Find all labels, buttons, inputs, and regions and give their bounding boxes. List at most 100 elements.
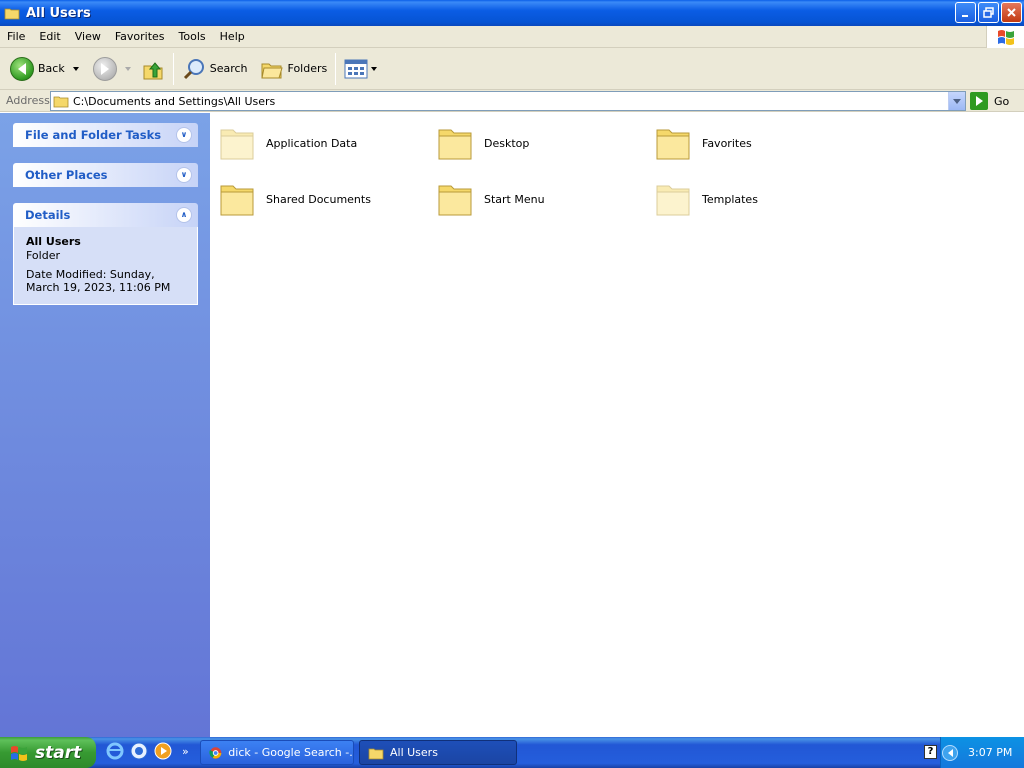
folder-label: Application Data	[266, 136, 358, 150]
collapse-icon[interactable]: ∧	[176, 207, 192, 223]
menu-edit[interactable]: Edit	[32, 27, 67, 47]
close-button[interactable]	[1001, 2, 1022, 23]
panel-other-places-header[interactable]: Other Places ∨	[13, 163, 198, 187]
taskbar-button-label: dick - Google Search -...	[228, 746, 353, 759]
details-date-modified: Date Modified: Sunday, March 19, 2023, 1…	[26, 268, 171, 294]
views-button[interactable]	[340, 52, 381, 86]
menu-favorites[interactable]: Favorites	[108, 27, 172, 47]
folder-item-templates[interactable]: Templates	[654, 177, 758, 221]
up-folder-icon	[143, 61, 163, 79]
views-dropdown-icon[interactable]	[371, 66, 378, 71]
chevron-down-icon	[953, 98, 961, 104]
folder-icon	[438, 129, 472, 160]
go-arrow-icon	[970, 92, 988, 110]
folder-icon	[220, 129, 254, 160]
windows-logo-icon	[986, 26, 1024, 48]
internet-explorer-icon[interactable]	[106, 742, 124, 760]
folder-label: Favorites	[702, 136, 752, 150]
start-button[interactable]: start	[0, 737, 96, 768]
forward-dropdown-icon[interactable]	[124, 66, 131, 71]
folder-content: Application Data Desktop Favorites Share…	[210, 113, 1024, 737]
folder-item-desktop[interactable]: Desktop	[436, 121, 529, 165]
quick-launch: »	[106, 742, 189, 760]
menu-view[interactable]: View	[68, 27, 108, 47]
restore-icon	[983, 7, 994, 18]
folder-label: Start Menu	[484, 192, 545, 206]
chrome-icon	[209, 746, 222, 759]
search-label: Search	[209, 62, 248, 75]
folder-item-application-data[interactable]: Application Data	[218, 121, 357, 165]
panel-title: Details	[25, 208, 71, 222]
folder-icon	[368, 748, 384, 759]
search-button[interactable]: Search	[178, 52, 252, 86]
address-text: C:\Documents and Settings\All Users	[73, 94, 276, 108]
folders-label: Folders	[287, 62, 328, 75]
media-player-icon[interactable]	[154, 742, 172, 760]
expand-icon[interactable]: ∨	[176, 167, 192, 183]
details-type: Folder	[26, 249, 60, 262]
details-name: All Users	[26, 235, 81, 248]
taskbar-button-label: All Users	[390, 746, 438, 759]
tray-expand-icon[interactable]	[942, 745, 958, 761]
address-input[interactable]: C:\Documents and Settings\All Users	[50, 91, 966, 111]
folder-icon	[656, 185, 690, 216]
address-dropdown-button[interactable]	[948, 92, 965, 110]
search-icon	[183, 58, 204, 79]
back-arrow-icon	[10, 56, 34, 81]
quick-launch-more-icon[interactable]: »	[182, 745, 189, 758]
up-folder-button[interactable]	[137, 52, 169, 86]
back-button[interactable]: Back	[6, 52, 83, 86]
forward-arrow-icon	[92, 56, 117, 81]
folder-label: Shared Documents	[266, 192, 371, 206]
details-body: All Users Folder Date Modified: Sunday, …	[13, 227, 198, 305]
folder-icon	[53, 96, 69, 108]
start-label: start	[35, 742, 82, 763]
folder-label: Desktop	[484, 136, 530, 150]
panel-file-folder-tasks-header[interactable]: File and Folder Tasks ∨	[13, 123, 198, 147]
folders-button[interactable]: Folders	[256, 52, 332, 86]
go-label: Go	[994, 94, 1010, 108]
folder-item-shared-documents[interactable]: Shared Documents	[218, 177, 371, 221]
folder-item-start-menu[interactable]: Start Menu	[436, 177, 545, 221]
folder-icon	[220, 185, 254, 216]
forward-button[interactable]	[89, 52, 135, 86]
toolbar-separator	[335, 52, 337, 85]
folder-label: Templates	[702, 192, 758, 206]
window-title: All Users	[26, 5, 91, 21]
taskbar: start » dick - Google Search -... All Us…	[0, 737, 1024, 768]
menu-tools[interactable]: Tools	[172, 27, 213, 47]
minimize-button[interactable]	[955, 2, 976, 23]
taskbar-button-chrome[interactable]: dick - Google Search -...	[200, 740, 354, 765]
panel-file-folder-tasks: File and Folder Tasks ∨	[13, 123, 198, 147]
go-button[interactable]: Go	[970, 91, 1009, 111]
panel-other-places: Other Places ∨	[13, 163, 198, 187]
restore-button[interactable]	[978, 2, 999, 23]
back-label: Back	[38, 62, 65, 75]
menu-bar: File Edit View Favorites Tools Help	[0, 26, 1024, 48]
close-icon	[1007, 8, 1016, 17]
views-icon	[344, 59, 368, 78]
address-bar: Address C:\Documents and Settings\All Us…	[0, 90, 1024, 112]
toolbar-separator	[172, 52, 174, 85]
title-bar[interactable]: All Users	[0, 0, 1024, 26]
menu-file[interactable]: File	[0, 27, 32, 47]
taskbar-button-all-users[interactable]: All Users	[359, 740, 517, 765]
panel-details: Details ∧ All Users Folder Date Modified…	[13, 203, 198, 305]
menu-help[interactable]: Help	[213, 27, 252, 47]
clock[interactable]: 3:07 PM	[968, 746, 1012, 759]
folder-icon	[4, 6, 20, 20]
panel-title: File and Folder Tasks	[25, 128, 162, 142]
address-label: Address	[6, 94, 50, 107]
panel-details-header[interactable]: Details ∧	[13, 203, 198, 227]
back-dropdown-icon[interactable]	[72, 66, 79, 71]
expand-icon[interactable]: ∨	[176, 127, 192, 143]
folder-icon	[656, 129, 690, 160]
show-desktop-icon[interactable]	[130, 742, 148, 760]
folder-item-favorites[interactable]: Favorites	[654, 121, 752, 165]
panel-title: Other Places	[25, 168, 108, 182]
folders-icon	[260, 63, 283, 78]
windows-logo-icon	[11, 745, 27, 761]
minimize-icon	[962, 15, 968, 17]
help-icon[interactable]: ?	[924, 745, 937, 759]
task-pane: File and Folder Tasks ∨ Other Places ∨ D…	[0, 113, 210, 737]
